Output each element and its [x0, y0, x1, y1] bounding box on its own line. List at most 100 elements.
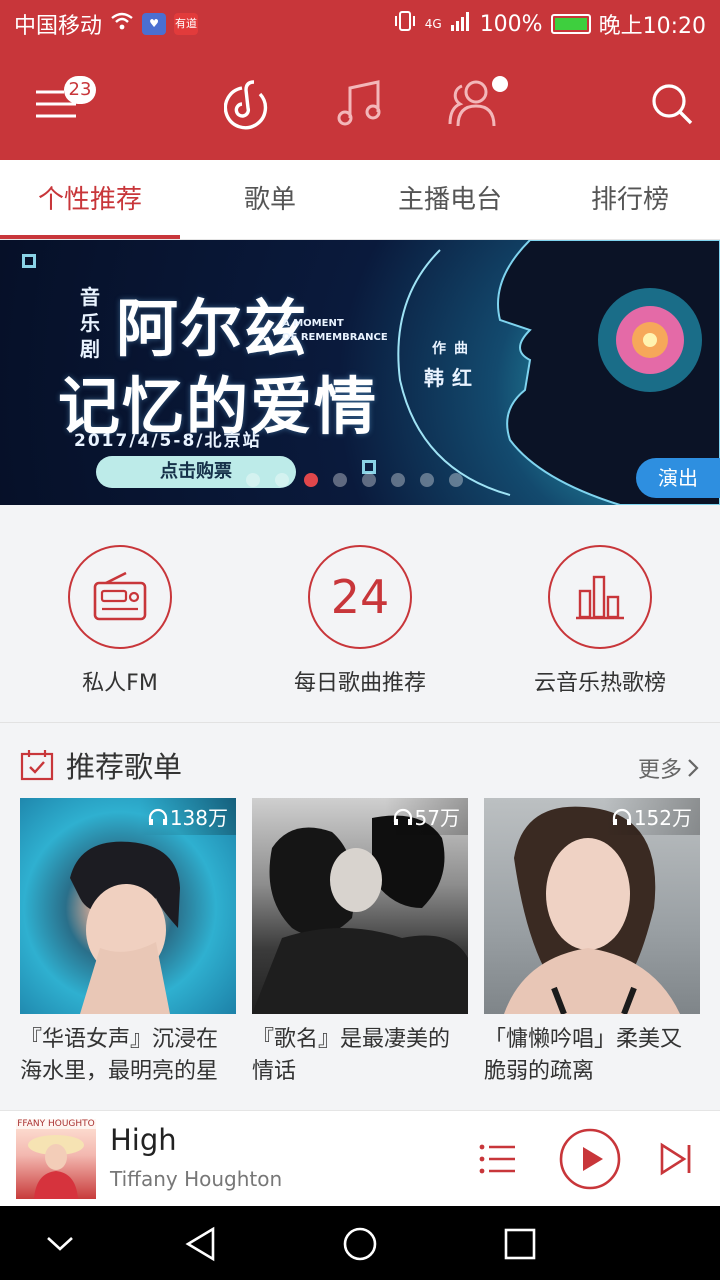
playlist-card[interactable]: 57万 『歌名』是最凄美的情话	[252, 798, 468, 1088]
album-art-figure	[28, 1135, 84, 1199]
more-link[interactable]: 更多	[638, 752, 700, 784]
quick-actions: 私人FM 24 每日歌曲推荐 云音乐热歌榜	[0, 505, 720, 723]
friends-notification-dot	[492, 76, 508, 92]
banner-page-dot[interactable]	[275, 473, 289, 487]
playlist-icon	[479, 1144, 515, 1174]
private-fm-circle	[68, 545, 172, 649]
radio-icon	[93, 571, 147, 621]
back-button[interactable]	[180, 1224, 220, 1264]
banner-page-dot[interactable]	[362, 473, 376, 487]
skip-next-icon	[660, 1142, 691, 1176]
track-artist: Tiffany Houghton	[110, 1167, 283, 1191]
playlist-card[interactable]: 152万 「慵懒吟唱」柔美又脆弱的疏离	[484, 798, 700, 1088]
banner-title-line1: 阿尔兹	[116, 292, 309, 365]
play-count-value: 138万	[169, 806, 228, 830]
calendar-check-icon	[20, 750, 54, 781]
network-type: 4G	[424, 17, 442, 31]
banner-page-dot[interactable]	[449, 473, 463, 487]
mini-player[interactable]: FFANY HOUGHTO High Tiffany Houghton	[0, 1110, 720, 1206]
play-icon	[559, 1128, 621, 1190]
my-music-button[interactable]	[334, 78, 386, 130]
tab-charts[interactable]: 排行榜	[540, 160, 720, 239]
banner-page-dot[interactable]	[333, 473, 347, 487]
decor-square	[362, 460, 376, 474]
playlist-title: 『华语女声』沉浸在海水里，最明亮的星	[20, 1027, 219, 1084]
system-nav-bar	[0, 1206, 720, 1280]
vibrate-icon	[393, 10, 417, 38]
home-icon	[343, 1227, 377, 1261]
hot-chart-button[interactable]: 云音乐热歌榜	[480, 545, 720, 697]
banner-page-dot[interactable]	[391, 473, 405, 487]
next-button[interactable]	[654, 1137, 698, 1181]
banner-page-dot[interactable]	[304, 473, 318, 487]
daily-songs-button[interactable]: 24 每日歌曲推荐	[240, 545, 480, 697]
search-button[interactable]	[646, 78, 698, 130]
cover-figure	[252, 815, 468, 1014]
play-count-value: 152万	[633, 806, 692, 830]
daily-songs-label: 每日歌曲推荐	[293, 671, 426, 696]
track-title: High	[110, 1123, 177, 1157]
headphones-icon	[393, 808, 412, 825]
playlist-title: 「慵懒吟唱」柔美又脆弱的疏离	[484, 1027, 683, 1084]
bar-chart-icon	[576, 575, 624, 620]
playlist-cover: 152万	[484, 798, 700, 1014]
album-art: FFANY HOUGHTO	[16, 1119, 96, 1199]
back-icon	[185, 1226, 215, 1262]
private-fm-label: 私人FM	[82, 671, 158, 696]
banner-date: 2017/4/5-8/北京站	[74, 431, 262, 451]
album-art-text: FFANY HOUGHTO	[16, 1119, 96, 1129]
banner-page-dot[interactable]	[246, 473, 260, 487]
back-down-icon	[47, 1237, 73, 1251]
more-label: 更多	[637, 758, 682, 783]
calendar-day-icon: 24	[308, 545, 412, 649]
netease-music-logo-icon	[224, 80, 268, 130]
hide-keyboard-button[interactable]	[40, 1224, 80, 1264]
app-bar: 23	[0, 48, 720, 160]
tab-radio[interactable]: 主播电台	[360, 160, 540, 239]
banner-page-dot[interactable]	[420, 473, 434, 487]
banner-pagination	[246, 473, 463, 487]
hot-chart-label: 云音乐热歌榜	[533, 671, 666, 696]
cover-figure	[70, 841, 180, 1014]
play-count-value: 57万	[414, 806, 460, 830]
home-button[interactable]	[340, 1224, 380, 1264]
headphones-icon	[148, 808, 167, 825]
youdao-notification-icon: 有道	[174, 13, 199, 35]
menu-badge: 23	[64, 76, 96, 104]
hot-chart-circle	[548, 545, 652, 649]
status-bar: 中国移动 ♥ 有道 4G 100% 晚上10:20	[0, 0, 720, 48]
tab-personal-recommend[interactable]: 个性推荐	[0, 160, 180, 239]
banner-tag: 演出	[636, 458, 720, 498]
recents-button[interactable]	[500, 1224, 540, 1264]
app-notification-icon: ♥	[142, 13, 167, 35]
discover-button[interactable]	[222, 78, 274, 130]
play-count: 57万	[384, 798, 468, 835]
play-button[interactable]	[558, 1127, 622, 1191]
playlist-cover: 57万	[252, 798, 468, 1014]
play-count: 152万	[603, 798, 700, 835]
decor-square	[22, 254, 36, 268]
banner-category: 音乐剧	[80, 285, 100, 361]
banner-subtitle-en-1: A MOMENT	[282, 318, 344, 329]
section-title: 推荐歌单	[66, 750, 183, 784]
playlist-button[interactable]	[476, 1137, 520, 1181]
tab-bar: 个性推荐 歌单 主播电台 排行榜	[0, 160, 720, 240]
tab-playlists[interactable]: 歌单	[180, 160, 360, 239]
battery-icon	[550, 14, 591, 34]
clock: 晚上10:20	[598, 14, 706, 39]
friends-icon	[448, 80, 496, 127]
chevron-right-icon	[688, 759, 699, 777]
banner-composer-label: 作曲	[432, 341, 476, 357]
headphones-icon	[612, 808, 631, 825]
play-count: 138万	[139, 798, 236, 835]
private-fm-button[interactable]: 私人FM	[0, 545, 240, 697]
playlist-title: 『歌名』是最凄美的情话	[252, 1027, 451, 1084]
promo-banner[interactable]: 音乐剧 阿尔兹 记忆的爱情 A MOMENT OF REMEMBRANCE 作曲…	[0, 240, 720, 505]
playlist-card[interactable]: 138万 『华语女声』沉浸在海水里，最明亮的星	[20, 798, 236, 1088]
music-note-icon	[337, 80, 381, 126]
signal-icon	[450, 11, 472, 37]
playlist-grid: 138万 『华语女声』沉浸在海水里，最明亮的星 57万 『歌名』是最凄美的情话	[20, 798, 700, 1088]
battery-percent: 100%	[479, 11, 543, 37]
banner-composer: 韩红	[424, 366, 480, 390]
recents-icon	[504, 1228, 536, 1260]
